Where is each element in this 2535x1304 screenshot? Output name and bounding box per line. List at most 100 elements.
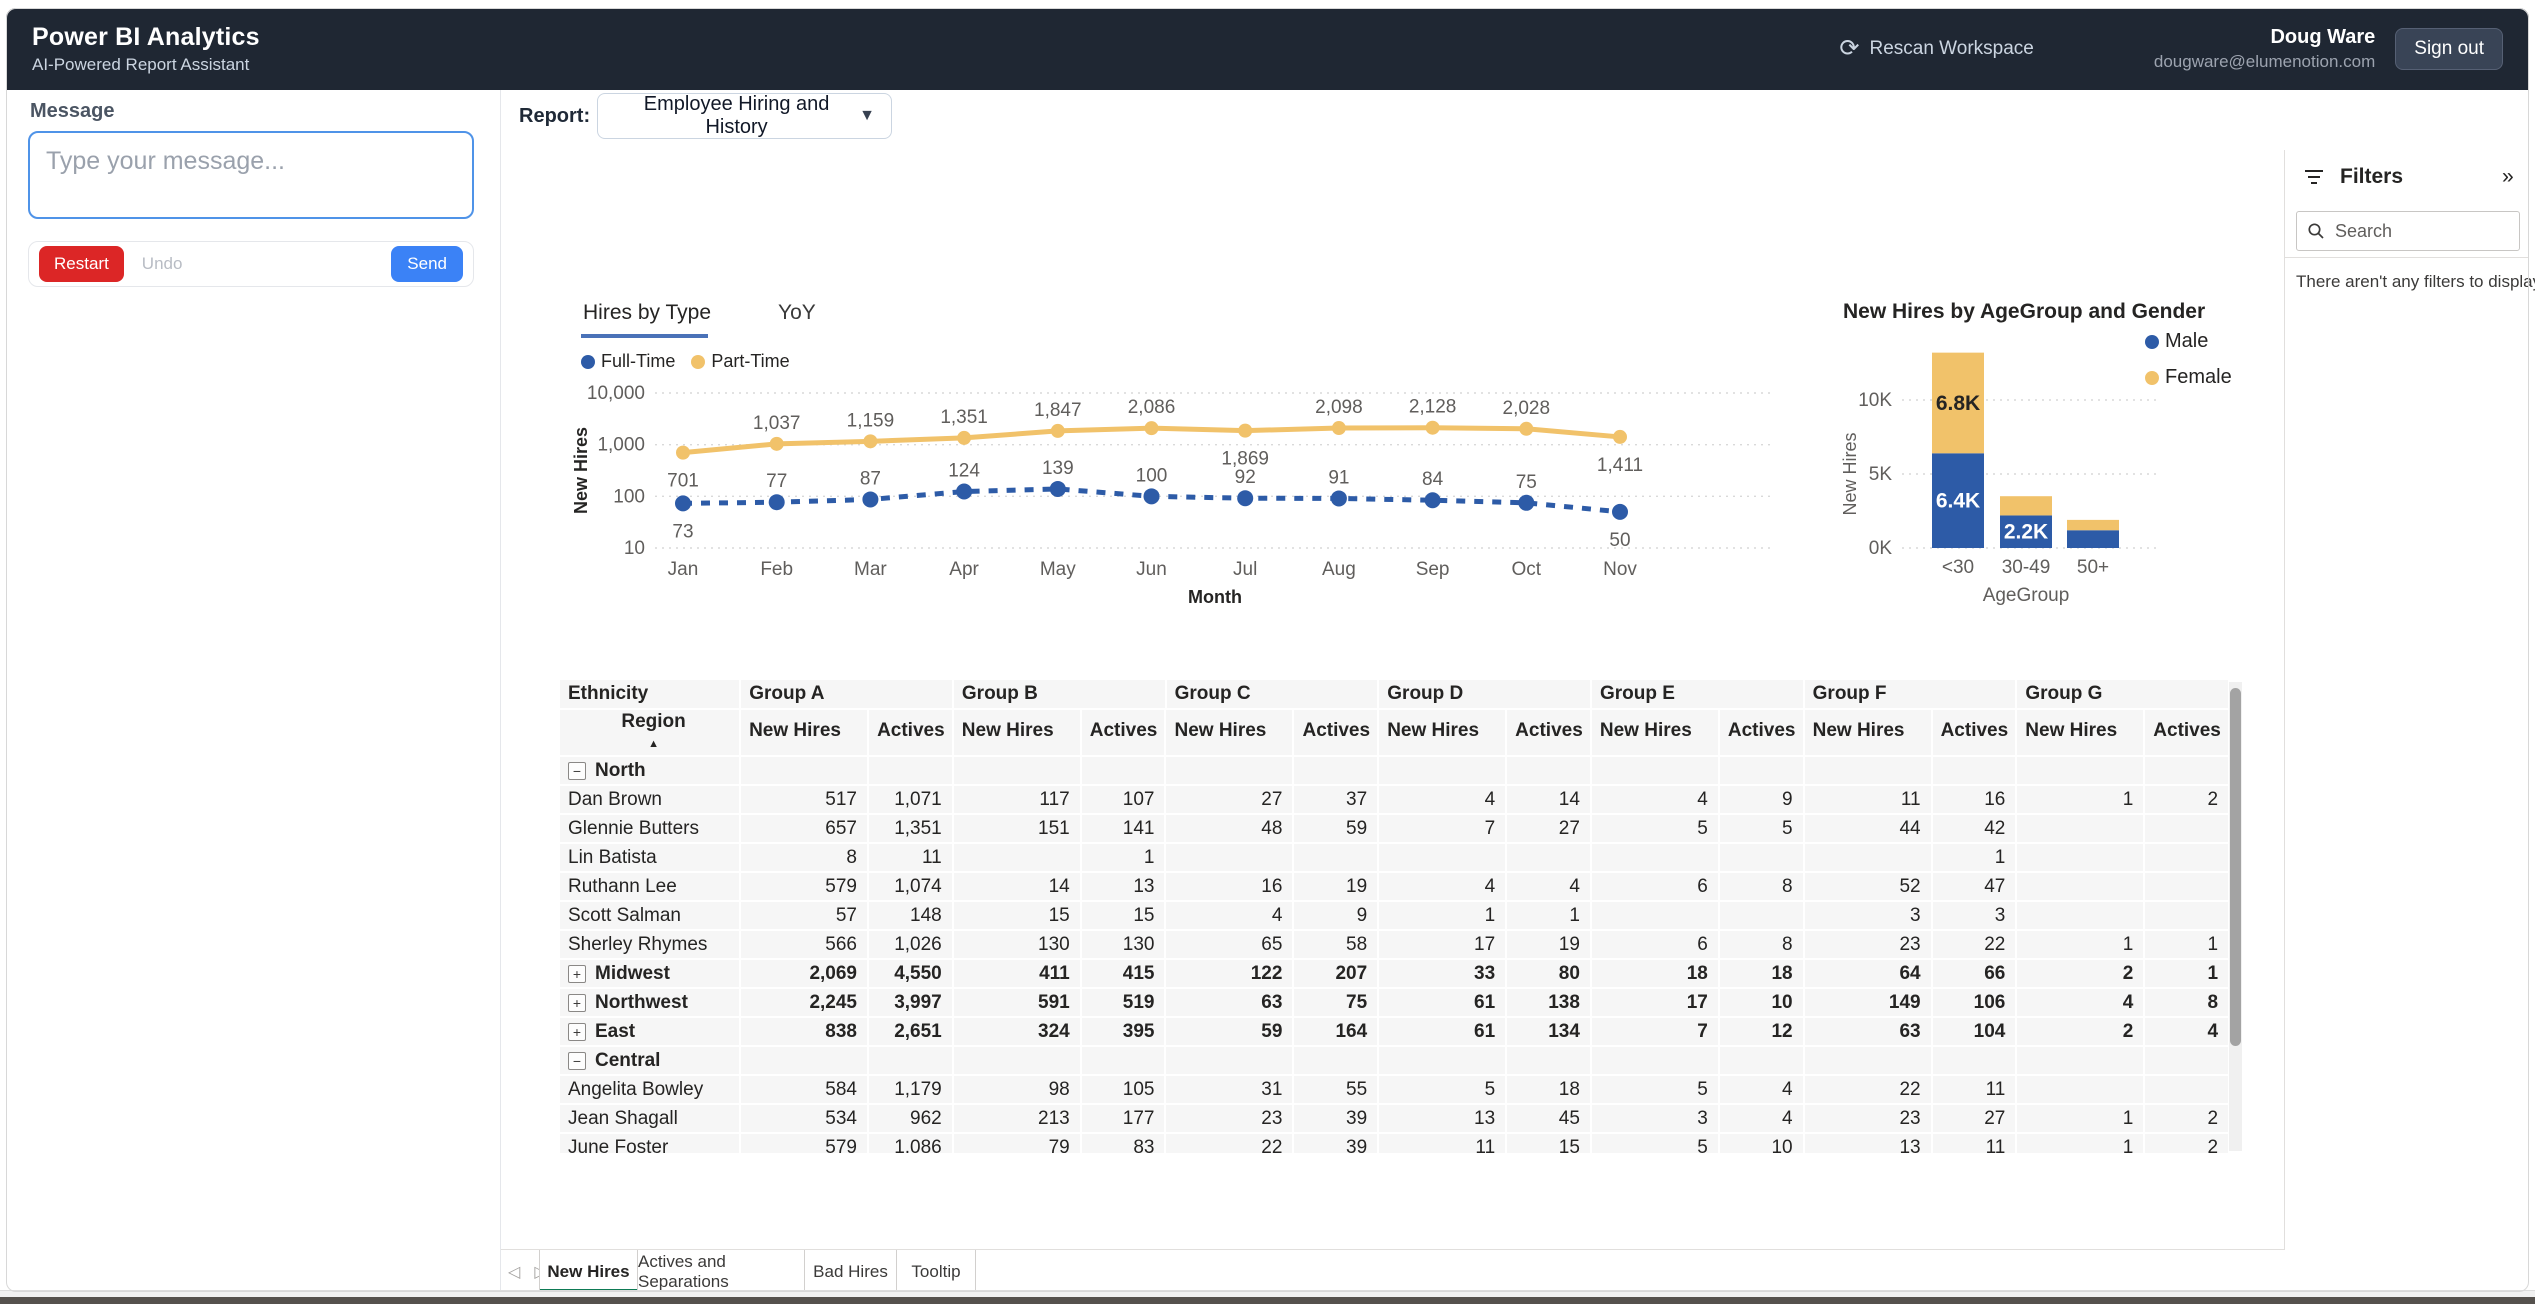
send-button[interactable]: Send [391, 246, 463, 282]
column-subheader-actives[interactable]: Actives [1720, 710, 1803, 755]
page-tab-tooltip[interactable]: Tooltip [897, 1250, 976, 1294]
page-tab-bad-hires[interactable]: Bad Hires [805, 1250, 897, 1294]
chart-tab-hires-by-type[interactable]: Hires by Type [583, 301, 711, 325]
sign-out-button[interactable]: Sign out [2395, 28, 2503, 70]
collapse-icon[interactable]: − [568, 762, 586, 780]
svg-text:2,128: 2,128 [1409, 397, 1457, 418]
matrix-cell: 4 [1379, 873, 1505, 900]
filter-search-box[interactable] [2296, 211, 2520, 251]
matrix-cell: 58 [1294, 931, 1377, 958]
matrix-cell: 107 [1082, 786, 1165, 813]
matrix-cell: 63 [1166, 989, 1292, 1016]
matrix-cell [1805, 757, 1931, 784]
message-input[interactable] [28, 131, 474, 219]
chat-toolbar: Restart Undo Send [28, 241, 474, 287]
filter-search-input[interactable] [2335, 221, 2485, 242]
column-header-group[interactable]: Group D [1379, 680, 1590, 708]
message-label: Message [30, 100, 115, 123]
column-header-group[interactable]: Group C [1167, 680, 1378, 708]
prev-page-icon[interactable]: ◁ [508, 1262, 520, 1282]
matrix-cell [2017, 1047, 2143, 1074]
undo-button[interactable]: Undo [142, 254, 183, 274]
matrix-scrollbar[interactable] [2229, 682, 2242, 1151]
svg-text:10K: 10K [1858, 390, 1892, 411]
expand-icon[interactable]: + [568, 1023, 586, 1041]
matrix-cell [1805, 1047, 1931, 1074]
matrix-cell: 213 [954, 1105, 1080, 1132]
matrix-cell: 2,069 [741, 960, 867, 987]
column-subheader-new-hires[interactable]: New Hires [1166, 710, 1292, 755]
column-subheader-actives[interactable]: Actives [1507, 710, 1590, 755]
matrix-cell: 5 [1592, 815, 1718, 842]
column-header-group[interactable]: Group B [954, 680, 1165, 708]
column-subheader-new-hires[interactable]: New Hires [1379, 710, 1505, 755]
column-subheader-new-hires[interactable]: New Hires [741, 710, 867, 755]
column-subheader-actives[interactable]: Actives [1294, 710, 1377, 755]
row-label: Scott Salman [560, 902, 739, 929]
matrix-cell: 2 [2017, 960, 2143, 987]
matrix-cell: 61 [1379, 1018, 1505, 1045]
matrix-cell [1720, 844, 1803, 871]
svg-text:10,000: 10,000 [587, 383, 645, 404]
column-subheader-actives[interactable]: Actives [1933, 710, 2016, 755]
expand-icon[interactable]: + [568, 994, 586, 1012]
restart-button[interactable]: Restart [39, 246, 124, 282]
chart-tab-yoy[interactable]: YoY [778, 301, 816, 325]
column-subheader-actives[interactable]: Actives [869, 710, 952, 755]
svg-text:5K: 5K [1869, 464, 1893, 485]
table-row: Dan Brown5171,071117107273741449111612 [560, 786, 2228, 813]
row-header-region[interactable]: Region▲ [560, 710, 739, 755]
column-header-group[interactable]: Group E [1592, 680, 1803, 708]
report-label: Report: [519, 105, 590, 128]
column-subheader-actives[interactable]: Actives [2145, 710, 2228, 755]
matrix-cell: 1 [1082, 844, 1165, 871]
legend-item-part-time: Part-Time [691, 351, 789, 372]
column-subheader-new-hires[interactable]: New Hires [1592, 710, 1718, 755]
horizontal-scrollbar-track[interactable] [0, 1290, 2535, 1297]
matrix-cell [1592, 757, 1718, 784]
matrix-cell [869, 1047, 952, 1074]
rescan-workspace-button[interactable]: ⟳ Rescan Workspace [1839, 37, 2034, 61]
matrix-cell: 395 [1082, 1018, 1165, 1045]
app-title: Power BI Analytics [32, 23, 260, 52]
svg-text:50+: 50+ [2077, 557, 2109, 578]
matrix-cell [1379, 757, 1505, 784]
matrix-cell: 64 [1805, 960, 1931, 987]
matrix-cell [954, 1047, 1080, 1074]
column-subheader-new-hires[interactable]: New Hires [954, 710, 1080, 755]
svg-text:1,037: 1,037 [753, 413, 801, 434]
matrix-cell: 59 [1166, 1018, 1292, 1045]
collapse-icon[interactable]: − [568, 1052, 586, 1070]
matrix-cell [1379, 844, 1505, 871]
matrix-cell: 8 [1720, 931, 1803, 958]
window-bottom-strip [0, 1297, 2535, 1304]
matrix-cell [1720, 902, 1803, 929]
row-label: Sherley Rhymes [560, 931, 739, 958]
column-subheader-new-hires[interactable]: New Hires [2017, 710, 2143, 755]
matrix-cell: 8 [1720, 873, 1803, 900]
matrix-cell [1166, 844, 1292, 871]
matrix-cell: 4 [1720, 1105, 1803, 1132]
expand-icon[interactable]: + [568, 965, 586, 983]
matrix-cell: 2,651 [869, 1018, 952, 1045]
matrix-scrollbar-thumb[interactable] [2230, 688, 2241, 1046]
column-subheader-new-hires[interactable]: New Hires [1805, 710, 1931, 755]
column-header-group[interactable]: Group G [2017, 680, 2228, 708]
column-header-group[interactable]: Group F [1805, 680, 2016, 708]
app-subtitle: AI-Powered Report Assistant [32, 55, 260, 75]
column-header-ethnicity[interactable]: Ethnicity [560, 680, 739, 708]
matrix-cell: 37 [1294, 786, 1377, 813]
matrix-cell [1294, 844, 1377, 871]
page-tab-new-hires[interactable]: New Hires [539, 1250, 638, 1294]
svg-text:Feb: Feb [760, 559, 793, 580]
svg-text:10: 10 [624, 538, 645, 559]
report-select[interactable]: Employee Hiring and History ▼ [597, 93, 892, 139]
chevron-down-icon: ▼ [859, 107, 875, 125]
column-subheader-actives[interactable]: Actives [1082, 710, 1165, 755]
svg-text:Apr: Apr [949, 559, 979, 580]
page-tab-actives-and-separations[interactable]: Actives and Separations [638, 1250, 805, 1294]
matrix-cell: 18 [1592, 960, 1718, 987]
table-row: +Northwest2,2453,99759151963756113817101… [560, 989, 2228, 1016]
column-header-group[interactable]: Group A [741, 680, 952, 708]
collapse-filters-icon[interactable]: » [2502, 165, 2514, 189]
